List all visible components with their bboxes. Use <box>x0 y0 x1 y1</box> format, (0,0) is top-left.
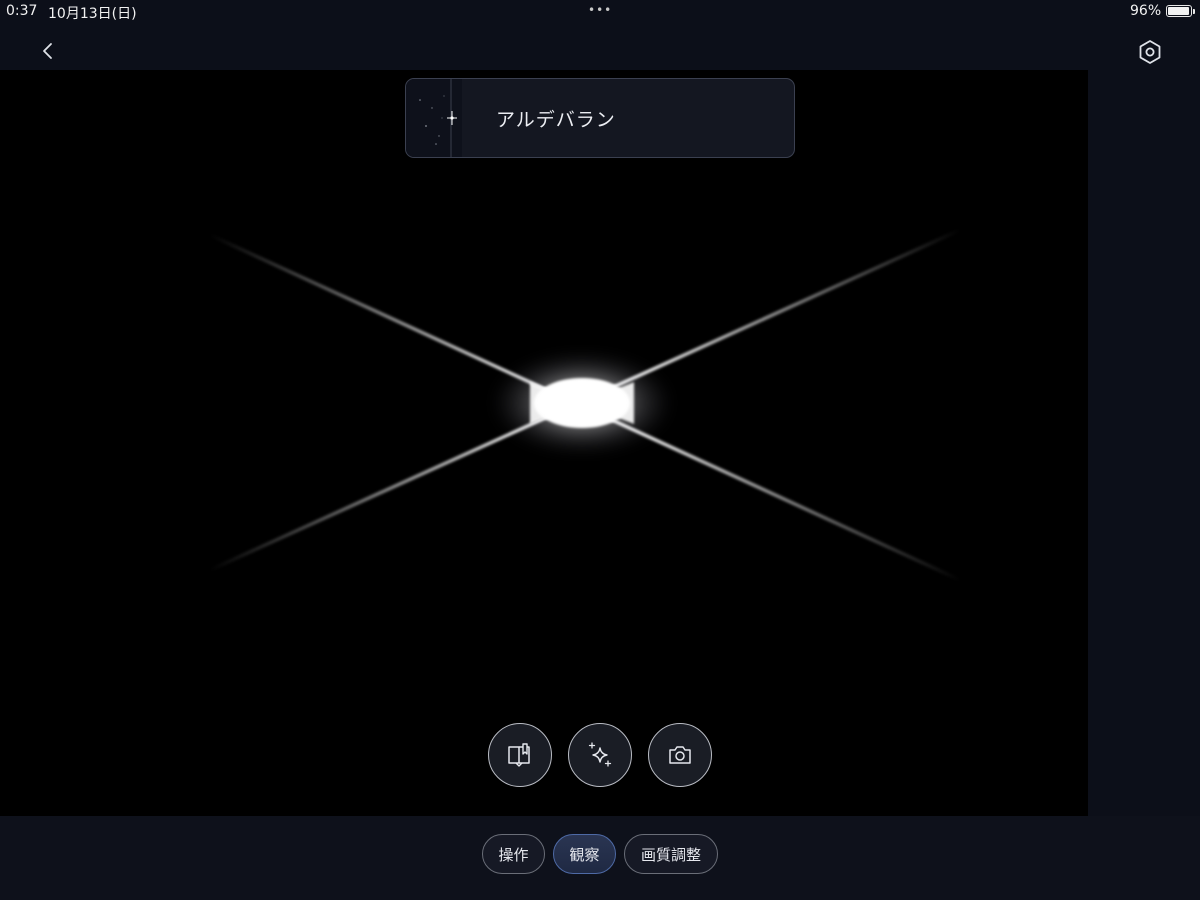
guide-button[interactable] <box>488 723 552 787</box>
battery-percent: 96% <box>1130 3 1162 19</box>
target-name: アルデバラン <box>496 108 616 131</box>
book-marker-icon <box>508 743 530 767</box>
sparkles-icon <box>588 742 612 767</box>
star-image <box>40 228 1088 582</box>
camera-icon <box>669 746 691 764</box>
bottom-tab-bar: 操作 観察 画質調整 <box>0 816 1200 900</box>
telescope-viewport[interactable] <box>0 70 1088 816</box>
app-screen: 0:37 10月13日(日) ••• 96% アルデバラン 操作 観察 画質調整 <box>0 0 1200 900</box>
enhance-button[interactable] <box>568 723 632 787</box>
star-thumbnail-icon <box>419 79 457 157</box>
settings-button[interactable] <box>1132 34 1168 70</box>
target-card[interactable]: アルデバラン <box>405 78 795 158</box>
chevron-left-icon <box>43 43 52 59</box>
target-thumbnail <box>406 79 462 157</box>
multitasking-dots[interactable]: ••• <box>588 3 612 17</box>
status-bar: 0:37 10月13日(日) ••• 96% <box>0 0 1200 24</box>
tab-operate[interactable]: 操作 <box>482 834 545 874</box>
tab-image-adjust[interactable]: 画質調整 <box>624 834 718 874</box>
status-date: 10月13日(日) <box>48 6 137 22</box>
capture-button[interactable] <box>648 723 712 787</box>
battery-icon <box>1166 5 1195 17</box>
status-time: 0:37 <box>6 3 38 19</box>
tab-observe[interactable]: 観察 <box>553 834 616 874</box>
back-button[interactable] <box>30 34 66 68</box>
hexagon-gear-icon <box>1139 40 1161 64</box>
